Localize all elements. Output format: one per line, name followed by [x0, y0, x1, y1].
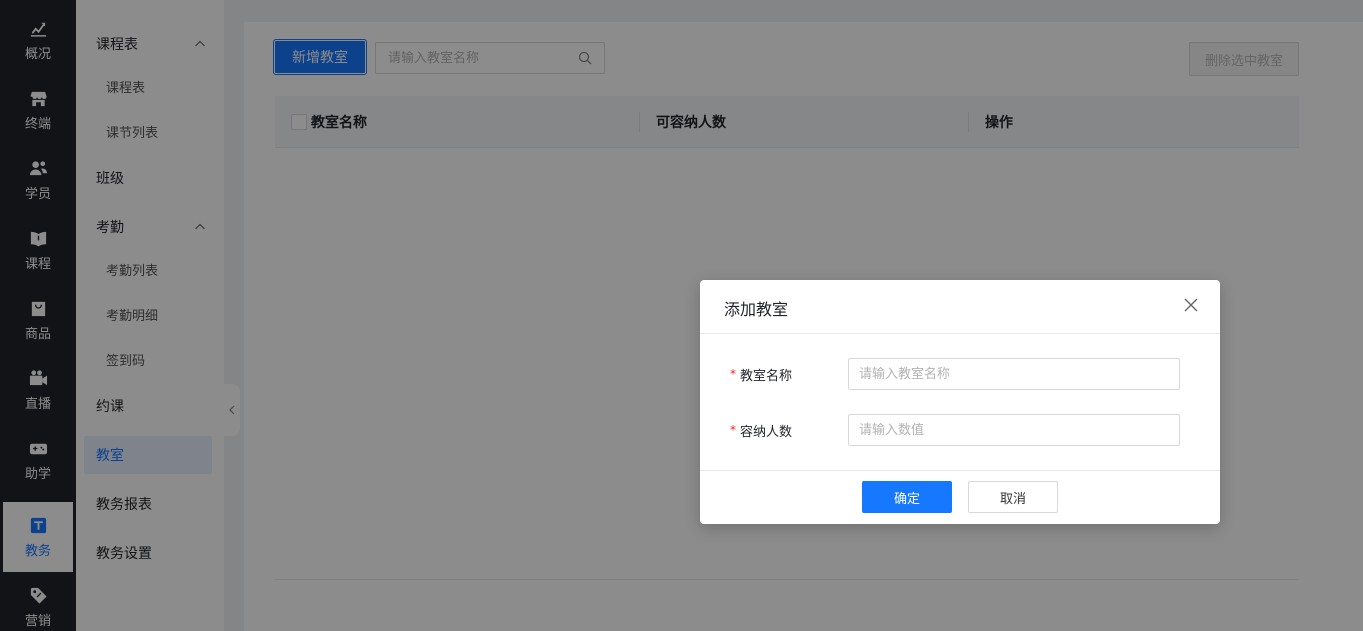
capacity-label: * 容纳人数 [730, 423, 793, 440]
dialog-title: 添加教室 [724, 300, 789, 319]
classroom-name-input[interactable] [848, 358, 1180, 390]
capacity-input[interactable] [848, 414, 1180, 446]
add-classroom-dialog: 添加教室 * 教室名称 * 容纳人数 确定 取消 [700, 280, 1220, 524]
close-icon [1184, 298, 1198, 312]
cancel-button[interactable]: 取消 [968, 481, 1058, 513]
classroom-name-label: * 教室名称 [730, 367, 793, 384]
close-button[interactable] [1184, 298, 1200, 314]
dialog-footer-divider [700, 470, 1220, 471]
confirm-button[interactable]: 确定 [862, 481, 952, 513]
dialog-divider [700, 333, 1220, 334]
required-mark: * [730, 423, 736, 437]
required-mark: * [730, 367, 736, 381]
